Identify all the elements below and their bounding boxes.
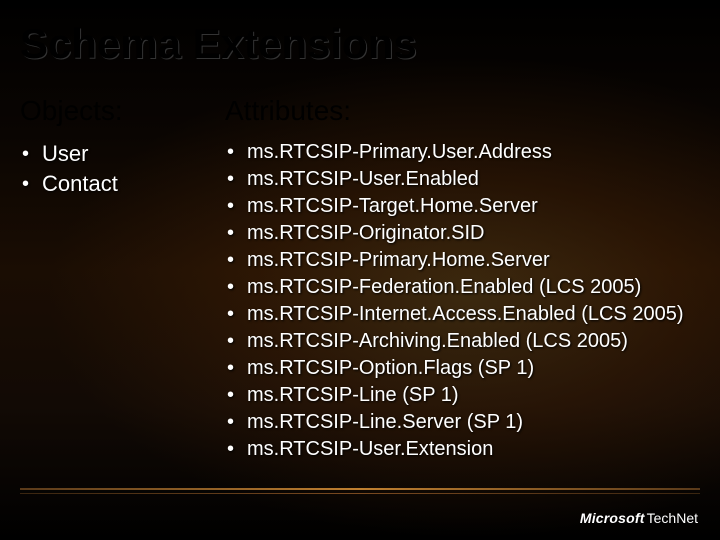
list-item: ms.RTCSIP-User.Enabled xyxy=(225,166,705,193)
footer-logo: MicrosoftTechNet xyxy=(580,510,698,526)
objects-list: User Contact xyxy=(20,139,210,199)
divider-bar xyxy=(20,488,700,490)
page-title: Schema Extensions xyxy=(20,20,417,68)
list-item: ms.RTCSIP-Primary.Home.Server xyxy=(225,247,705,274)
attributes-list: ms.RTCSIP-Primary.User.Address ms.RTCSIP… xyxy=(225,139,705,463)
list-item: ms.RTCSIP-User.Extension xyxy=(225,436,705,463)
divider-thin xyxy=(20,493,700,494)
list-item: ms.RTCSIP-Primary.User.Address xyxy=(225,139,705,166)
attributes-heading: Attributes: xyxy=(225,95,705,127)
list-item: ms.RTCSIP-Archiving.Enabled (LCS 2005) xyxy=(225,328,705,355)
list-item: ms.RTCSIP-Federation.Enabled (LCS 2005) xyxy=(225,274,705,301)
list-item: ms.RTCSIP-Line.Server (SP 1) xyxy=(225,409,705,436)
objects-column: Objects: User Contact xyxy=(20,95,210,199)
list-item: ms.RTCSIP-Originator.SID xyxy=(225,220,705,247)
slide: Schema Extensions Objects: User Contact … xyxy=(0,0,720,540)
brand-text: Microsoft xyxy=(580,510,645,526)
list-item: User xyxy=(20,139,210,169)
list-item: ms.RTCSIP-Option.Flags (SP 1) xyxy=(225,355,705,382)
divider xyxy=(20,488,700,494)
brand-sub: TechNet xyxy=(647,510,698,526)
list-item: ms.RTCSIP-Internet.Access.Enabled (LCS 2… xyxy=(225,301,705,328)
objects-heading: Objects: xyxy=(20,95,210,127)
attributes-column: Attributes: ms.RTCSIP-Primary.User.Addre… xyxy=(225,95,705,463)
list-item: Contact xyxy=(20,169,210,199)
list-item: ms.RTCSIP-Line (SP 1) xyxy=(225,382,705,409)
list-item: ms.RTCSIP-Target.Home.Server xyxy=(225,193,705,220)
